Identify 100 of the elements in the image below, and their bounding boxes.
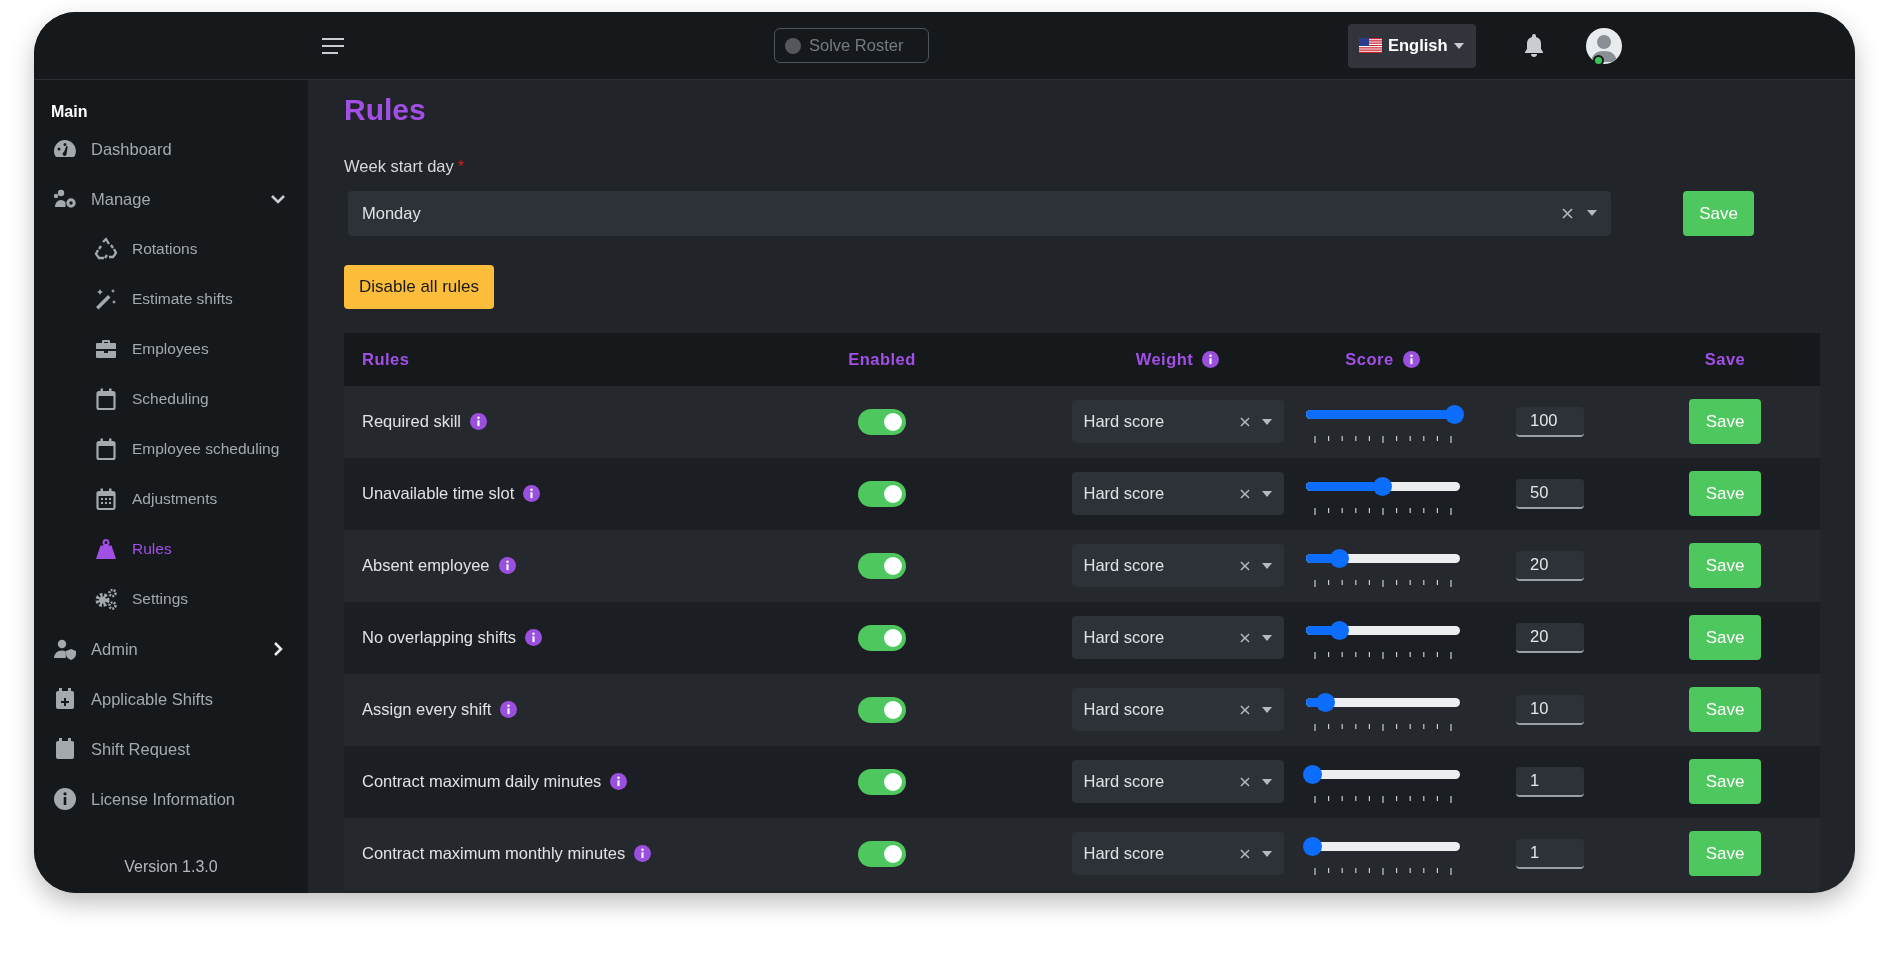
caret-icon	[1261, 562, 1272, 569]
sidebar-item[interactable]: Rotations	[34, 224, 308, 274]
weight-select[interactable]: Hard score	[1071, 616, 1284, 660]
clear-icon[interactable]	[1239, 488, 1250, 499]
column-header: Save	[1704, 348, 1746, 370]
column-header: Enabled	[848, 348, 916, 370]
toggle-switch[interactable]	[858, 480, 906, 507]
info-icon[interactable]	[1402, 350, 1420, 368]
toggle-switch[interactable]	[858, 624, 906, 651]
caret-icon	[1261, 490, 1272, 497]
sidebar-item[interactable]: Manage	[34, 174, 308, 224]
rule-name: Assign every shift	[362, 699, 492, 721]
rule-name: No overlapping shifts	[362, 627, 517, 649]
info-icon[interactable]	[470, 413, 488, 431]
sidebar-item[interactable]: Applicable Shifts	[34, 674, 308, 724]
column-header: Rules	[362, 348, 410, 370]
clear-icon[interactable]	[1239, 776, 1250, 787]
caret-icon	[1261, 706, 1272, 713]
toggle-switch[interactable]	[858, 408, 906, 435]
caret-icon	[1261, 634, 1272, 641]
disable-all-rules-button[interactable]: Disable all rules	[344, 264, 494, 309]
slider-thumb[interactable]	[1315, 693, 1335, 713]
sidebar-item[interactable]: Shift Request	[34, 724, 308, 774]
clear-icon[interactable]	[1239, 632, 1250, 643]
sidebar-item[interactable]: Employees	[34, 324, 308, 374]
sidebar-item[interactable]: License Information	[34, 774, 308, 824]
slider-thumb[interactable]	[1444, 405, 1464, 425]
slider-thumb[interactable]	[1330, 621, 1350, 641]
caret-icon	[1587, 210, 1597, 217]
info-icon[interactable]	[500, 701, 518, 719]
sidebar-item[interactable]: Employee scheduling	[34, 424, 308, 474]
sidebar-item[interactable]: Scheduling	[34, 374, 308, 424]
score-input[interactable]: 1	[1516, 766, 1584, 797]
column-header: Weight	[1135, 348, 1194, 370]
bell-icon[interactable]	[1523, 33, 1545, 58]
week-start-select[interactable]: Monday	[348, 190, 1611, 236]
sidebar-item[interactable]: Estimate shifts	[34, 274, 308, 324]
calendar-icon	[93, 387, 119, 411]
slider-thumb[interactable]	[1330, 549, 1350, 569]
user-avatar[interactable]	[1586, 27, 1622, 64]
toggle-switch[interactable]	[858, 768, 906, 795]
briefcase-icon	[93, 337, 119, 361]
info-icon[interactable]	[498, 557, 516, 575]
score-input[interactable]: 20	[1516, 550, 1584, 581]
required-mark: *	[457, 157, 465, 175]
recycle-icon	[93, 237, 119, 261]
caret-icon	[1261, 418, 1272, 425]
weight-select[interactable]: Hard score	[1071, 688, 1284, 732]
calendar-icon	[93, 437, 119, 461]
version-text: Version 1.3.0	[123, 857, 219, 877]
sidebar-item[interactable]: Rules	[34, 524, 308, 574]
info-icon	[52, 787, 78, 811]
slider-thumb[interactable]	[1302, 837, 1322, 857]
language-dropdown[interactable]: English	[1348, 23, 1476, 68]
weight-select[interactable]: Hard score	[1071, 400, 1284, 444]
weight-select[interactable]: Hard score	[1071, 544, 1284, 588]
rule-name: Required skill	[362, 411, 462, 433]
slider-thumb[interactable]	[1373, 477, 1392, 497]
score-input[interactable]: 10	[1516, 694, 1584, 725]
score-input[interactable]: 20	[1516, 622, 1584, 653]
info-icon[interactable]	[634, 845, 652, 863]
weight-select[interactable]: Hard score	[1071, 760, 1284, 804]
toggle-switch[interactable]	[858, 552, 906, 579]
field-label: Week start day	[344, 157, 454, 175]
caret-icon	[1453, 42, 1464, 49]
people-gear-icon	[52, 187, 78, 211]
toggle-switch[interactable]	[858, 696, 906, 723]
info-icon[interactable]	[1202, 350, 1220, 368]
caret-icon	[1261, 850, 1272, 857]
menu-icon[interactable]	[322, 36, 344, 55]
status-dot-icon	[785, 37, 801, 54]
clear-icon[interactable]	[1239, 416, 1250, 427]
weight-select[interactable]: Hard score	[1071, 832, 1284, 876]
rule-name: Contract maximum daily minutes	[362, 771, 602, 793]
toggle-switch[interactable]	[858, 840, 906, 867]
sidebar-item[interactable]: Admin	[34, 624, 308, 674]
user-shield-icon	[52, 637, 78, 661]
slider-thumb[interactable]	[1302, 765, 1322, 785]
caret-icon	[1261, 778, 1272, 785]
rule-name: Unavailable time slot	[362, 483, 515, 505]
sidebar-item[interactable]: Adjustments	[34, 474, 308, 524]
rule-name: Absent employee	[362, 555, 490, 577]
weight-select[interactable]: Hard score	[1071, 472, 1284, 516]
info-icon[interactable]	[610, 773, 628, 791]
page-title: Rules	[344, 92, 427, 128]
weight-icon	[93, 537, 119, 561]
score-input[interactable]: 100	[1516, 406, 1584, 437]
score-input[interactable]: 50	[1516, 478, 1584, 509]
clear-icon[interactable]	[1562, 207, 1573, 219]
clear-icon[interactable]	[1239, 848, 1250, 859]
calendar-grid-icon	[93, 487, 119, 511]
clear-icon[interactable]	[1239, 704, 1250, 715]
sidebar-item[interactable]: Settings	[34, 574, 308, 624]
clear-icon[interactable]	[1239, 560, 1250, 571]
column-header: Score	[1345, 348, 1394, 370]
rule-name: Contract maximum monthly minutes	[362, 843, 626, 865]
info-icon[interactable]	[523, 485, 541, 503]
info-icon[interactable]	[525, 629, 543, 647]
sidebar-item[interactable]: Dashboard	[34, 124, 308, 174]
score-input[interactable]: 1	[1516, 838, 1584, 869]
